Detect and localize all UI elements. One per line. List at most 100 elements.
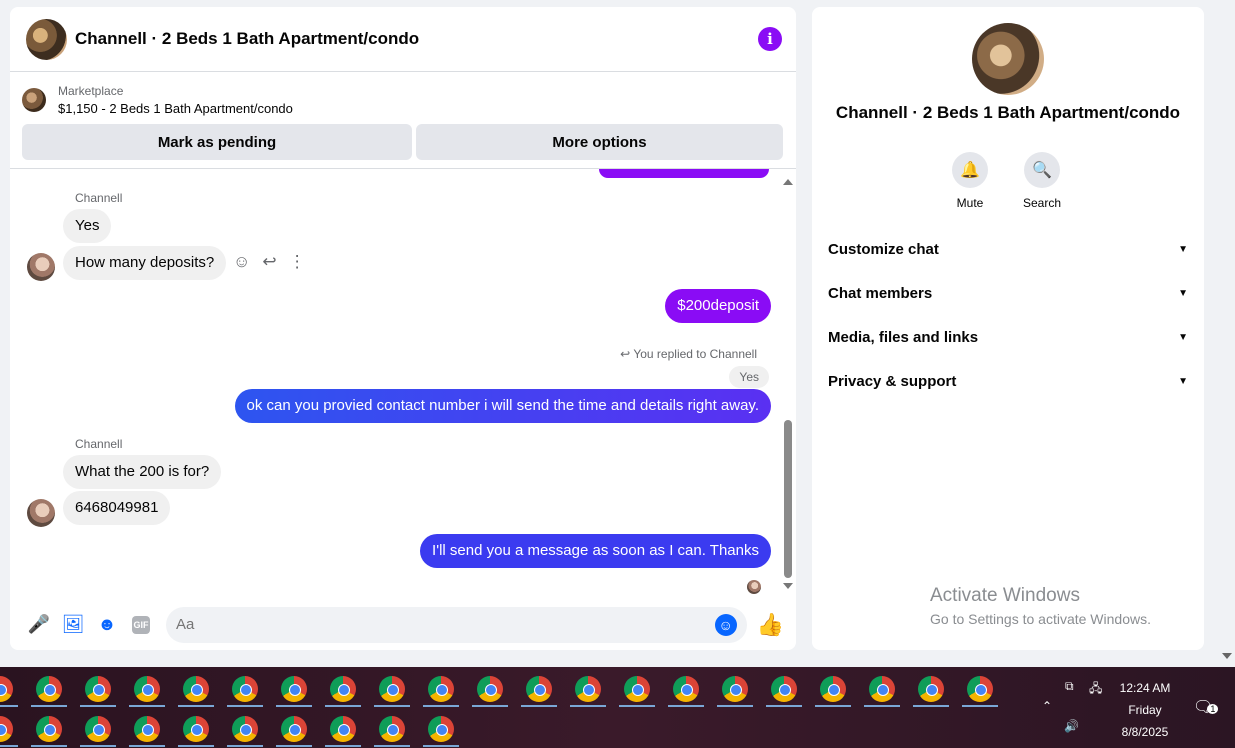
contact-avatar[interactable] — [27, 253, 55, 281]
browser-taskbar-icon[interactable] — [134, 676, 160, 702]
browser-taskbar-icon[interactable] — [379, 716, 405, 742]
taskbar-active-indicator — [374, 745, 410, 747]
incoming-message[interactable]: What the 200 is for? — [63, 455, 222, 489]
activate-windows-watermark: Activate Windows Go to Settings to activ… — [930, 585, 1151, 627]
browser-taskbar-icon[interactable] — [281, 716, 307, 742]
taskbar-active-indicator — [178, 705, 214, 707]
browser-taskbar-icon[interactable] — [183, 716, 209, 742]
browser-taskbar-icon[interactable] — [281, 676, 307, 702]
thumbs-up-icon[interactable]: 👍 — [757, 612, 784, 638]
conversation-info-panel: Channell · 2 Beds 1 Bath Apartment/condo… — [812, 7, 1204, 650]
browser-taskbar-icon[interactable] — [673, 676, 699, 702]
photo-icon[interactable]: 🖼 — [62, 614, 85, 636]
browser-taskbar-icon[interactable] — [771, 676, 797, 702]
browser-taskbar-icon[interactable] — [428, 676, 454, 702]
sticker-icon[interactable]: ☻ — [96, 614, 118, 636]
section-customize-chat[interactable]: Customize chat ▼ — [828, 227, 1188, 271]
taskbar-active-indicator — [129, 745, 165, 747]
browser-taskbar-icon[interactable] — [232, 716, 258, 742]
notification-icon[interactable]: 🗨1 — [1193, 697, 1219, 717]
browser-taskbar-icon[interactable] — [183, 676, 209, 702]
more-icon[interactable]: ⋮ — [289, 252, 306, 272]
microphone-icon[interactable]: 🎤 — [28, 614, 50, 636]
search-label: Search — [1022, 196, 1062, 210]
search-icon: 🔍 — [1024, 152, 1060, 188]
browser-taskbar-icon[interactable] — [85, 716, 111, 742]
taskbar-active-indicator — [276, 745, 312, 747]
network-icon[interactable]: 🖧 — [1089, 679, 1102, 700]
browser-taskbar-icon[interactable] — [575, 676, 601, 702]
browser-taskbar-icon[interactable] — [820, 676, 846, 702]
listing-thumbnail[interactable] — [22, 88, 46, 112]
taskbar-active-indicator — [31, 705, 67, 707]
outgoing-message[interactable]: I'll send you a message as soon as I can… — [420, 534, 771, 568]
section-media-files-links[interactable]: Media, files and links ▼ — [828, 315, 1188, 359]
scroll-up-arrow[interactable] — [783, 179, 793, 185]
outgoing-message[interactable]: ok can you provied contact number i will… — [234, 389, 771, 423]
taskbar-active-indicator — [423, 705, 459, 707]
scrollbar[interactable] — [781, 179, 793, 589]
show-hidden-icons-icon[interactable]: ⌃ — [1042, 699, 1052, 713]
scroll-down-arrow[interactable] — [783, 583, 793, 589]
info-icon[interactable]: i — [758, 27, 782, 51]
taskbar-active-indicator — [0, 705, 18, 707]
incoming-message[interactable]: Yes — [63, 209, 112, 243]
browser-taskbar-icon[interactable] — [0, 716, 13, 742]
browser-taskbar-icon[interactable] — [134, 716, 160, 742]
search-button[interactable]: 🔍 Search — [1022, 152, 1062, 210]
browser-taskbar-icon[interactable] — [722, 676, 748, 702]
reply-icon[interactable]: ↩ — [262, 252, 276, 272]
previous-message-bubble — [599, 169, 769, 178]
mute-button[interactable]: 🔔 Mute — [950, 152, 990, 210]
browser-taskbar-icon[interactable] — [869, 676, 895, 702]
volume-icon[interactable]: 🔊 — [1064, 719, 1079, 733]
taskbar-active-indicator — [227, 705, 263, 707]
scroll-thumb[interactable] — [784, 420, 792, 578]
more-options-button[interactable]: More options — [416, 124, 783, 160]
browser-taskbar-icon[interactable] — [624, 676, 650, 702]
mark-pending-button[interactable]: Mark as pending — [22, 124, 412, 160]
browser-taskbar-icon[interactable] — [232, 676, 258, 702]
incoming-message[interactable]: 6468049981 — [63, 491, 171, 525]
browser-taskbar-icon[interactable] — [967, 676, 993, 702]
browser-taskbar-icon[interactable] — [330, 676, 356, 702]
section-privacy-support[interactable]: Privacy & support ▼ — [828, 359, 1188, 403]
browser-taskbar-icon[interactable] — [526, 676, 552, 702]
taskbar-clock[interactable]: 12:24 AM Friday 8/8/2025 — [1105, 677, 1185, 743]
listing-avatar-large — [972, 23, 1044, 95]
react-icon[interactable]: ☺ — [233, 252, 250, 272]
taskbar-active-indicator — [325, 705, 361, 707]
listing-avatar[interactable] — [26, 18, 67, 60]
browser-taskbar-icon[interactable] — [330, 716, 356, 742]
quoted-message[interactable]: Yes — [729, 366, 769, 388]
taskbar-active-indicator — [619, 705, 655, 707]
taskbar-active-indicator — [423, 745, 459, 747]
browser-taskbar-icon[interactable] — [477, 676, 503, 702]
chevron-down-icon: ▼ — [1178, 243, 1188, 255]
chat-title[interactable]: Channell · 2 Beds 1 Bath Apartment/condo — [75, 29, 419, 49]
message-input[interactable] — [176, 616, 715, 633]
browser-taskbar-icon[interactable] — [36, 716, 62, 742]
section-chat-members[interactable]: Chat members ▼ — [828, 271, 1188, 315]
browser-taskbar-icon[interactable] — [379, 676, 405, 702]
browser-taskbar-icon[interactable] — [0, 676, 13, 702]
browser-taskbar-icon[interactable] — [428, 716, 454, 742]
mute-label: Mute — [956, 196, 984, 210]
taskbar-active-indicator — [913, 705, 949, 707]
taskbar-active-indicator — [129, 705, 165, 707]
emoji-icon[interactable]: ☺ — [714, 613, 737, 636]
browser-taskbar-icon[interactable] — [85, 676, 111, 702]
chevron-down-icon: ▼ — [1178, 331, 1188, 343]
contact-avatar[interactable] — [27, 499, 55, 527]
listing-summary[interactable]: $1,150 - 2 Beds 1 Bath Apartment/condo — [58, 100, 293, 118]
taskbar-active-indicator — [374, 705, 410, 707]
browser-taskbar-icon[interactable] — [918, 676, 944, 702]
taskbar-active-indicator — [815, 705, 851, 707]
outgoing-message[interactable]: $200deposit — [665, 289, 771, 323]
meet-now-icon[interactable]: ⧉ — [1065, 679, 1074, 694]
page-scroll-down-arrow[interactable] — [1222, 653, 1232, 659]
browser-taskbar-icon[interactable] — [36, 676, 62, 702]
gif-icon[interactable]: GIF — [130, 614, 152, 636]
marketplace-label: Marketplace — [58, 84, 124, 98]
incoming-message[interactable]: How many deposits? — [63, 246, 227, 280]
